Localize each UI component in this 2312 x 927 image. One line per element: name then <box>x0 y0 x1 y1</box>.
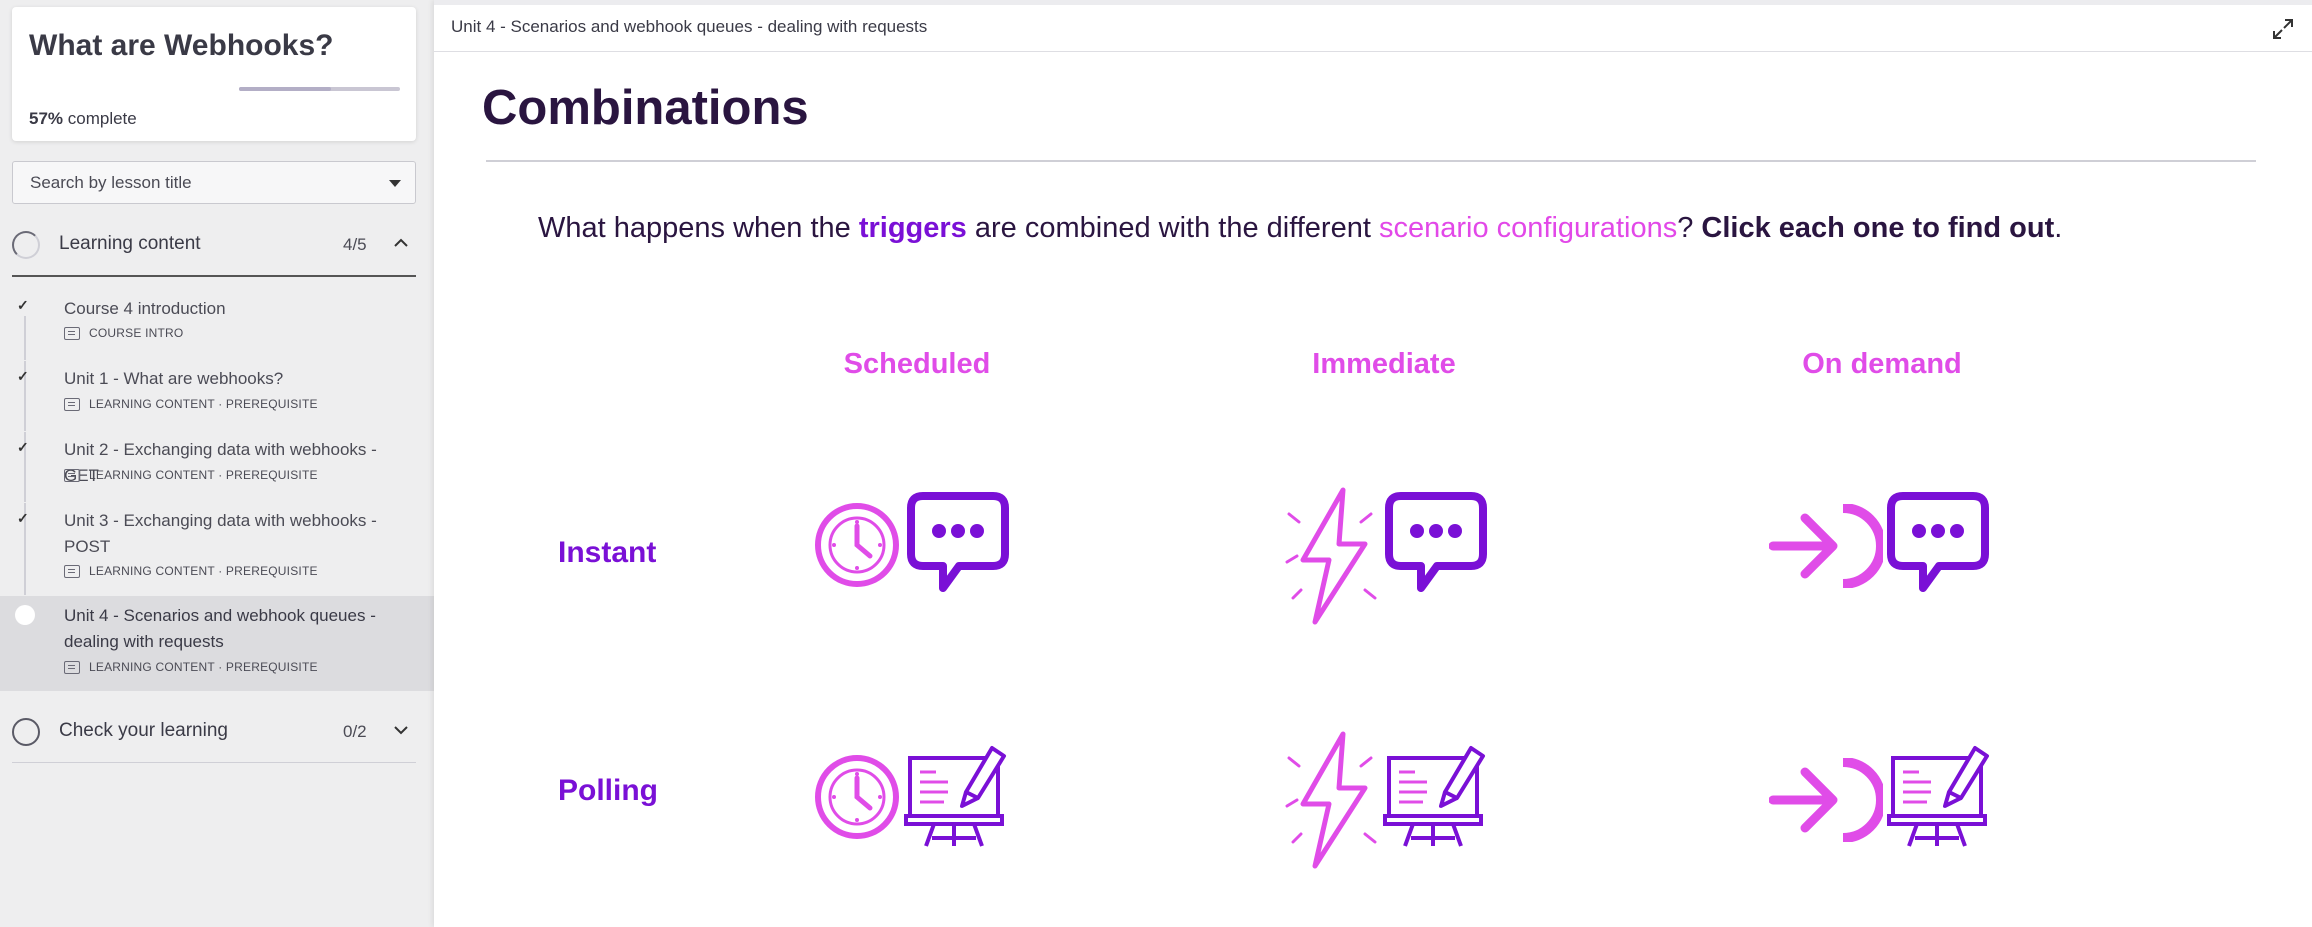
current-lesson-dot-icon <box>15 605 35 625</box>
lesson-item-unit-4[interactable]: Unit 4 - Scenarios and webhook queues - … <box>0 596 434 691</box>
slides-icon <box>64 397 80 411</box>
section-header-check-your-learning[interactable]: Check your learning 0/2 <box>0 702 434 762</box>
lesson-title: Unit 1 - What are webhooks? <box>64 369 284 388</box>
configurations-highlight: scenario configurations <box>1378 212 1678 244</box>
lesson-title: Unit 4 - Scenarios and webhook queues - … <box>64 606 376 651</box>
lesson-item-unit-2[interactable]: ✓ Unit 2 - Exchanging data with webhooks… <box>0 432 434 502</box>
document-icon <box>64 326 80 340</box>
lesson-item-unit-3[interactable]: ✓ Unit 3 - Exchanging data with webhooks… <box>0 503 434 595</box>
title-divider <box>486 160 2256 162</box>
chat-bubble-icon <box>1887 492 1989 592</box>
arrow-into-bracket-icon <box>1769 504 1883 588</box>
slides-icon <box>64 564 80 578</box>
lesson-topbar: Unit 4 - Scenarios and webhook queues - … <box>434 0 2312 52</box>
search-input[interactable] <box>30 173 370 193</box>
lesson-content: Unit 4 - Scenarios and webhook queues - … <box>434 0 2312 927</box>
slides-icon <box>64 468 80 482</box>
app-window: What are Webhooks? 57% complete Learning… <box>0 0 2312 927</box>
combination-scheduled-instant[interactable] <box>812 480 1032 620</box>
expand-icon[interactable] <box>2272 18 2294 40</box>
chat-bubble-icon <box>1385 492 1487 592</box>
instruction-part: ? <box>1677 212 1702 244</box>
section-count: 0/2 <box>343 722 367 741</box>
timeline-line <box>24 316 26 360</box>
lesson-title: Unit 3 - Exchanging data with webhooks -… <box>64 511 377 556</box>
progress-label: 57% complete <box>29 109 137 129</box>
clock-icon <box>815 755 899 839</box>
combination-immediate-instant[interactable] <box>1285 480 1505 625</box>
progress-ring-icon <box>12 718 40 746</box>
lesson-item-course-intro[interactable]: ✓ Course 4 introduction COURSE INTRO <box>0 290 434 360</box>
check-icon: ✓ <box>17 368 29 384</box>
lesson-meta: LEARNING CONTENT · PREREQUISITE <box>64 660 318 674</box>
lightning-bolt-icon <box>1285 731 1377 869</box>
instruction-part: . <box>2054 212 2063 244</box>
instruction-part: What happens when the <box>538 212 859 244</box>
course-title: What are Webhooks? <box>29 29 334 62</box>
lesson-meta: LEARNING CONTENT · PREREQUISITE <box>64 397 318 411</box>
column-heading-on-demand: On demand <box>1802 348 1962 380</box>
lesson-meta-text: LEARNING CONTENT · PREREQUISITE <box>89 564 318 578</box>
slides-icon <box>64 660 80 674</box>
course-sidebar: What are Webhooks? 57% complete Learning… <box>0 0 434 927</box>
lesson-title: Course 4 introduction <box>64 299 226 318</box>
triggers-highlight: triggers <box>858 212 967 244</box>
combination-on-demand-instant[interactable] <box>1769 480 1989 620</box>
breadcrumb: Unit 4 - Scenarios and webhook queues - … <box>451 17 928 36</box>
lesson-meta-text: LEARNING CONTENT · PREREQUISITE <box>89 468 318 482</box>
course-card: What are Webhooks? 57% complete <box>12 7 416 141</box>
combination-immediate-polling[interactable] <box>1285 730 1505 870</box>
section-divider <box>12 275 416 277</box>
progress-bar-fill <box>239 87 331 91</box>
lesson-search[interactable] <box>12 161 416 204</box>
lesson-meta: LEARNING CONTENT · PREREQUISITE <box>64 564 318 578</box>
progress-suffix: complete <box>63 109 137 128</box>
computer-screen-icon <box>1887 746 1989 847</box>
lesson-meta-text: LEARNING CONTENT · PREREQUISITE <box>89 660 318 674</box>
lesson-meta: COURSE INTRO <box>64 326 183 340</box>
column-heading-immediate: Immediate <box>1312 348 1456 380</box>
check-icon: ✓ <box>17 439 29 455</box>
arrow-into-bracket-icon <box>1769 758 1883 842</box>
call-to-action: Click each one to find out <box>1701 212 2055 244</box>
section-header-learning-content[interactable]: Learning content 4/5 <box>0 215 434 275</box>
page-title: Combinations <box>482 81 809 135</box>
section-divider <box>12 762 416 763</box>
chevron-down-icon[interactable] <box>394 723 408 737</box>
combination-scheduled-polling[interactable] <box>812 730 1032 870</box>
progress-percent: 57% <box>29 109 64 128</box>
instruction-part: are combined with the different <box>966 212 1379 244</box>
row-heading-polling: Polling <box>558 774 658 807</box>
chat-bubble-icon <box>907 492 1009 592</box>
computer-screen-icon <box>904 746 1006 847</box>
lesson-meta-text: COURSE INTRO <box>89 326 184 340</box>
lesson-meta: LEARNING CONTENT · PREREQUISITE <box>64 468 318 482</box>
section-label: Learning content <box>59 233 201 254</box>
progress-bar <box>239 87 400 91</box>
progress-ring-icon <box>12 231 40 259</box>
row-heading-instant: Instant <box>558 536 657 569</box>
clock-icon <box>815 503 899 587</box>
check-icon: ✓ <box>17 297 29 313</box>
chevron-up-icon[interactable] <box>394 236 408 250</box>
combination-on-demand-polling[interactable] <box>1769 730 1989 870</box>
instruction-text: What happens when the triggers are combi… <box>538 212 2062 245</box>
section-label: Check your learning <box>59 720 228 741</box>
section-count: 4/5 <box>343 235 367 254</box>
lightning-bolt-icon <box>1285 487 1377 625</box>
column-heading-scheduled: Scheduled <box>843 348 991 380</box>
check-icon: ✓ <box>17 510 29 526</box>
lesson-meta-text: LEARNING CONTENT · PREREQUISITE <box>89 397 318 411</box>
lesson-item-unit-1[interactable]: ✓ Unit 1 - What are webhooks? LEARNING C… <box>0 361 434 431</box>
computer-screen-icon <box>1383 746 1485 847</box>
dropdown-caret-icon[interactable] <box>389 180 401 187</box>
